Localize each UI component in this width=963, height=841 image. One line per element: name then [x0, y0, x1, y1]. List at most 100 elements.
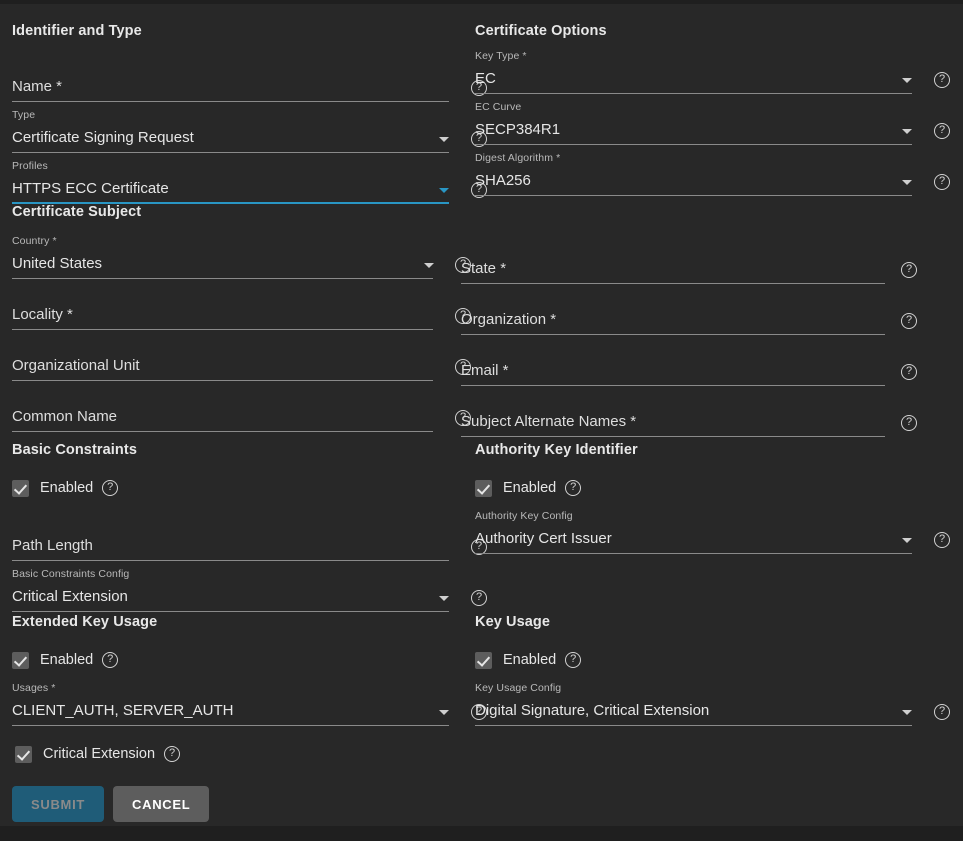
- authority-key-enabled-row[interactable]: Enabled ?: [475, 477, 925, 499]
- field-country[interactable]: Country * United States ?: [12, 235, 462, 279]
- key-usage-enabled-row[interactable]: Enabled ?: [475, 649, 925, 671]
- field-organization[interactable]: Organization * ?: [461, 291, 911, 335]
- basic-constraints-enabled-label: Enabled: [40, 480, 93, 496]
- field-locality[interactable]: Locality * ?: [12, 286, 462, 330]
- field-subject-alternate-names-placeholder: Subject Alternate Names *: [461, 413, 636, 430]
- field-key-type[interactable]: Key Type * EC ?: [475, 50, 925, 94]
- section-extended-key-usage: Extended Key Usage Enabled ? Usages * CL…: [12, 614, 462, 765]
- section-title-key-usage: Key Usage: [475, 614, 925, 630]
- chevron-down-icon[interactable]: [439, 188, 449, 193]
- field-profiles-value: HTTPS ECC Certificate: [12, 180, 169, 197]
- field-type-label: Type: [12, 109, 35, 121]
- field-country-underline: [12, 278, 433, 279]
- field-profiles[interactable]: Profiles HTTPS ECC Certificate ?: [12, 160, 462, 204]
- field-subject-alternate-names[interactable]: Subject Alternate Names * ?: [461, 393, 911, 437]
- field-ec-curve-label: EC Curve: [475, 101, 521, 113]
- help-circle-icon[interactable]: ?: [471, 590, 487, 606]
- help-circle-icon[interactable]: ?: [901, 415, 917, 431]
- section-basic-constraints: Basic Constraints Enabled ? Path Length …: [12, 442, 462, 612]
- field-basic-constraints-config-underline: [12, 611, 449, 612]
- help-circle-icon[interactable]: ?: [934, 72, 950, 88]
- field-organizational-unit[interactable]: Organizational Unit ?: [12, 337, 462, 381]
- section-title-authority-key-identifier: Authority Key Identifier: [475, 442, 925, 458]
- help-circle-icon[interactable]: ?: [565, 480, 581, 496]
- field-ec-curve[interactable]: EC Curve SECP384R1 ?: [475, 101, 925, 145]
- field-type[interactable]: Type Certificate Signing Request ?: [12, 109, 462, 153]
- help-circle-icon[interactable]: ?: [901, 313, 917, 329]
- help-circle-icon[interactable]: ?: [934, 174, 950, 190]
- field-organizational-unit-underline: [12, 380, 433, 381]
- extended-key-usage-enabled-row[interactable]: Enabled ?: [12, 649, 462, 671]
- chevron-down-icon[interactable]: [439, 710, 449, 715]
- section-key-usages: Extended Key Usage Enabled ? Usages * CL…: [0, 614, 963, 764]
- chevron-down-icon[interactable]: [902, 710, 912, 715]
- field-common-name[interactable]: Common Name ?: [12, 388, 462, 432]
- field-usages[interactable]: Usages * CLIENT_AUTH, SERVER_AUTH ?: [12, 682, 462, 726]
- field-country-label: Country *: [12, 235, 57, 247]
- chevron-down-icon[interactable]: [424, 263, 434, 268]
- field-state-underline: [461, 283, 885, 284]
- field-usages-label: Usages *: [12, 682, 55, 694]
- help-circle-icon[interactable]: ?: [934, 123, 950, 139]
- help-circle-icon[interactable]: ?: [901, 262, 917, 278]
- help-circle-icon[interactable]: ?: [102, 652, 118, 668]
- section-authority-key-identifier: Authority Key Identifier Enabled ? Autho…: [475, 442, 925, 554]
- chevron-down-icon[interactable]: [902, 180, 912, 185]
- field-state[interactable]: State * ?: [461, 240, 911, 284]
- field-authority-key-config[interactable]: Authority Key Config Authority Cert Issu…: [475, 510, 925, 554]
- basic-constraints-enabled-checkbox[interactable]: [12, 480, 29, 497]
- field-key-type-value: EC: [475, 70, 496, 87]
- field-locality-underline: [12, 329, 433, 330]
- section-title-certificate-subject: Certificate Subject: [12, 204, 462, 220]
- field-path-length[interactable]: Path Length ?: [12, 517, 462, 561]
- field-key-usage-config-value: Digital Signature, Critical Extension: [475, 702, 709, 719]
- cancel-button[interactable]: CANCEL: [113, 786, 209, 822]
- submit-button[interactable]: SUBMIT: [12, 786, 104, 822]
- field-basic-constraints-config-value: Critical Extension: [12, 588, 128, 605]
- section-identifier-and-type: Identifier and Type Name * ? Type Certif…: [12, 4, 462, 204]
- field-ec-curve-underline: [475, 144, 912, 145]
- chevron-down-icon[interactable]: [902, 129, 912, 134]
- field-authority-key-config-underline: [475, 553, 912, 554]
- help-circle-icon[interactable]: ?: [901, 364, 917, 380]
- extended-key-usage-enabled-label: Enabled: [40, 652, 93, 668]
- help-circle-icon[interactable]: ?: [934, 532, 950, 548]
- field-email-underline: [461, 385, 885, 386]
- chevron-down-icon[interactable]: [439, 596, 449, 601]
- extended-key-usage-enabled-checkbox[interactable]: [12, 652, 29, 669]
- section-title-identifier-and-type: Identifier and Type: [12, 4, 462, 39]
- help-circle-icon[interactable]: ?: [934, 704, 950, 720]
- field-organization-underline: [461, 334, 885, 335]
- chevron-down-icon[interactable]: [439, 137, 449, 142]
- critical-extension-row[interactable]: Critical Extension ?: [15, 743, 462, 765]
- critical-extension-checkbox[interactable]: [15, 746, 32, 763]
- field-key-type-underline: [475, 93, 912, 94]
- field-organizational-unit-placeholder: Organizational Unit: [12, 357, 140, 374]
- certificate-form-window: Identifier and Type Name * ? Type Certif…: [0, 0, 963, 841]
- field-key-usage-config[interactable]: Key Usage Config Digital Signature, Crit…: [475, 682, 925, 726]
- chevron-down-icon[interactable]: [902, 78, 912, 83]
- certificate-subject-left: Certificate Subject Country * United Sta…: [12, 204, 462, 432]
- field-digest-algorithm-label: Digest Algorithm *: [475, 152, 560, 164]
- field-name[interactable]: Name * ?: [12, 58, 462, 102]
- authority-key-enabled-checkbox[interactable]: [475, 480, 492, 497]
- field-key-type-label: Key Type *: [475, 50, 527, 62]
- field-key-usage-config-underline: [475, 725, 912, 726]
- section-title-basic-constraints: Basic Constraints: [12, 442, 462, 458]
- basic-constraints-enabled-row[interactable]: Enabled ?: [12, 477, 462, 499]
- help-circle-icon[interactable]: ?: [565, 652, 581, 668]
- key-usage-enabled-checkbox[interactable]: [475, 652, 492, 669]
- field-name-placeholder: Name *: [12, 78, 62, 95]
- field-basic-constraints-config[interactable]: Basic Constraints Config Critical Extens…: [12, 568, 462, 612]
- field-organization-placeholder: Organization *: [461, 311, 556, 328]
- help-circle-icon[interactable]: ?: [102, 480, 118, 496]
- field-type-value: Certificate Signing Request: [12, 129, 194, 146]
- field-email[interactable]: Email * ?: [461, 342, 911, 386]
- field-state-placeholder: State *: [461, 260, 506, 277]
- field-ec-curve-value: SECP384R1: [475, 121, 560, 138]
- section-title-extended-key-usage: Extended Key Usage: [12, 614, 462, 630]
- field-digest-algorithm[interactable]: Digest Algorithm * SHA256 ?: [475, 152, 925, 196]
- help-circle-icon[interactable]: ?: [164, 746, 180, 762]
- section-certificate-options: Certificate Options Key Type * EC ? EC C…: [475, 4, 925, 196]
- chevron-down-icon[interactable]: [902, 538, 912, 543]
